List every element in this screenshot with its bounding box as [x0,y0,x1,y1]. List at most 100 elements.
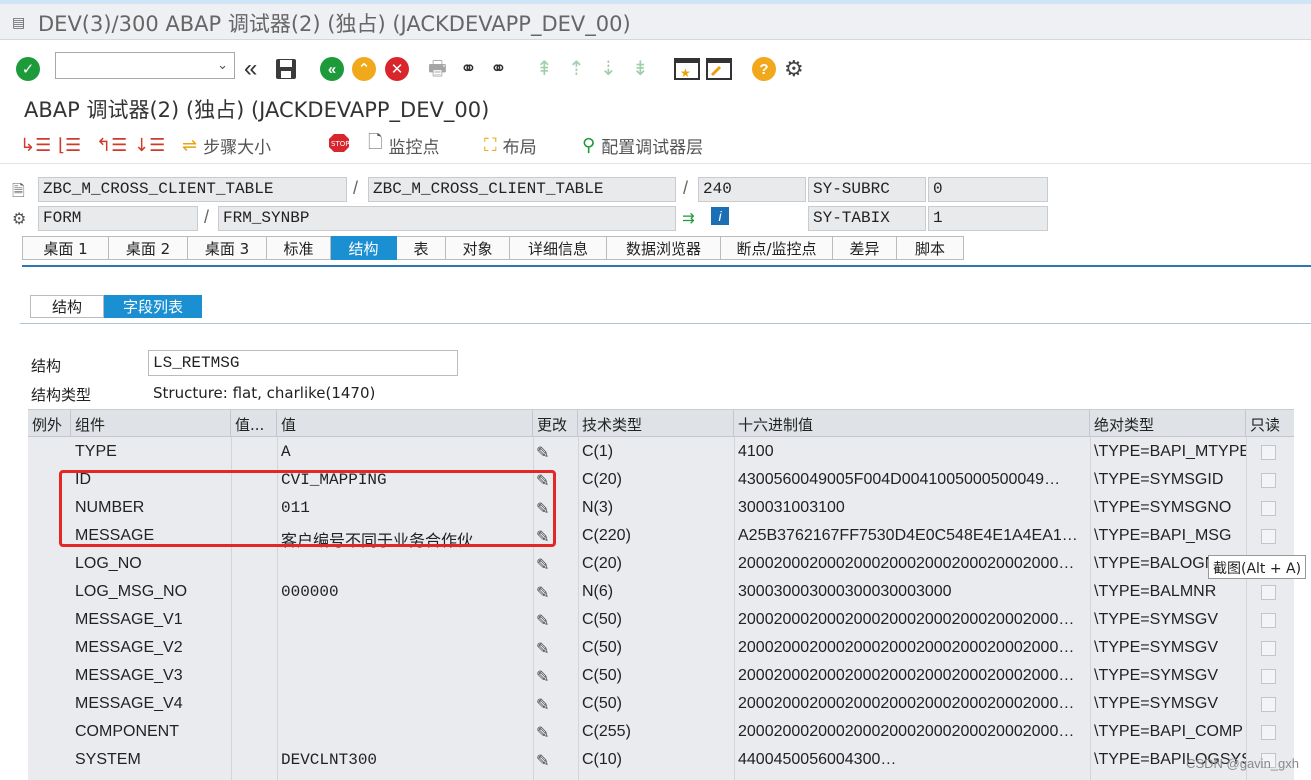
tab-objects[interactable]: 对象 [446,236,510,260]
value-cell[interactable]: CVI_MAPPING [277,466,533,494]
navigate-icon[interactable]: ⇉ [682,209,695,227]
exit-button[interactable]: ⌃ [352,56,376,82]
table-row[interactable]: NUMBER 011 ✎ N(3) 300031003100 \TYPE=SYMSGNO [28,494,1294,522]
tab-details[interactable]: 详细信息 [510,236,607,260]
table-row[interactable]: SYSTEM DEVCLNT300 ✎ C(10) 4400450056004300… \… [28,746,1294,774]
table-row[interactable]: TYPE A ✎ C(1) 4100 \TYPE=BAPI_MTYPE [28,438,1294,466]
read-only-checkbox[interactable] [1261,613,1276,628]
pencil-icon[interactable]: ✎ [536,443,549,463]
watchpoint-button[interactable]: 🗋 监控点 [368,132,439,158]
pencil-icon[interactable]: ✎ [536,639,549,659]
single-step-button[interactable]: ↳☰ [20,133,57,157]
read-only-checkbox[interactable] [1261,641,1276,656]
table-row[interactable]: ID CVI_MAPPING ✎ C(20) 4300560049005F004D004… [28,466,1294,494]
value-cell[interactable] [277,718,533,746]
generate-shortcut-button[interactable] [706,56,732,82]
table-row[interactable]: MESSAGE_V3 ✎ C(50) 200020002000200020002000… [28,662,1294,690]
table-row[interactable]: LOG_NO ✎ C(20) 2000200020002000200020002000… [28,550,1294,578]
pencil-icon[interactable]: ✎ [536,695,549,715]
subtab-structure[interactable]: 结构 [30,295,104,318]
table-row[interactable]: MESSAGE 客户编号不同于业务合作伙… ✎ C(220) A25B3762167FF… [28,522,1294,550]
table-row[interactable]: COMPONENT ✎ C(255) 200020002000200020002000… [28,718,1294,746]
pencil-icon[interactable]: ✎ [536,723,549,743]
table-row[interactable]: MESSAGE_V2 ✎ C(50) 200020002000200020002000… [28,634,1294,662]
subtab-field-list[interactable]: 字段列表 [104,295,202,318]
col-tech-type[interactable]: 技术类型 [578,410,734,437]
enter-button[interactable]: ✓ [16,56,40,82]
col-absolute-type[interactable]: 绝对类型 [1090,410,1246,437]
value-cell[interactable]: 客户编号不同于业务合作伙… [277,522,533,550]
pencil-icon[interactable]: ✎ [536,527,549,547]
settings-button[interactable]: ⚙ [784,56,804,82]
save-button[interactable] [274,56,298,82]
value-cell[interactable] [277,634,533,662]
tab-diff[interactable]: 差异 [833,236,897,260]
pencil-icon[interactable]: ✎ [536,667,549,687]
return-button[interactable]: ↰☰ [96,133,133,157]
find-button[interactable]: ⚭ [460,56,477,82]
pencil-icon[interactable]: ✎ [536,555,549,575]
pencil-icon[interactable]: ✎ [536,751,549,771]
read-only-checkbox[interactable] [1261,669,1276,684]
tab-data-explorer[interactable]: 数据浏览器 [607,236,721,260]
col-exception[interactable]: 例外 [28,410,71,437]
previous-page-button[interactable]: ⇡ [568,56,585,82]
tab-structure[interactable]: 结构 [331,236,397,260]
value-cell[interactable]: 011 [277,494,533,522]
value-cell[interactable]: DEVCLNT300 [277,746,533,774]
find-next-button[interactable]: ⚭ [490,56,507,82]
read-only-checkbox[interactable] [1261,697,1276,712]
command-field[interactable]: ⌄ [55,52,235,79]
info-icon[interactable]: i [711,207,729,225]
config-layer-button[interactable]: ⚲ 配置调试器层 [582,133,703,158]
tab-desktop-2[interactable]: 桌面 2 [109,236,188,260]
chevron-down-icon[interactable]: ⌄ [217,57,228,73]
execute-button[interactable]: ⌊☰ [58,133,87,157]
read-only-checkbox[interactable] [1261,725,1276,740]
print-button[interactable]: 🖶 [428,56,447,82]
table-row[interactable]: MESSAGE_V1 ✎ C(50) 200020002000200020002000… [28,606,1294,634]
layout-button[interactable]: ⛶ 布局 [484,133,537,158]
read-only-checkbox[interactable] [1261,501,1276,516]
value-cell[interactable] [277,662,533,690]
col-read-only[interactable]: 只读 [1246,410,1294,437]
first-page-button[interactable]: ⇞ [536,56,553,82]
command-field-toggle-button[interactable]: « [244,56,257,82]
read-only-checkbox[interactable] [1261,445,1276,460]
pencil-icon[interactable]: ✎ [536,583,549,603]
value-cell[interactable] [277,606,533,634]
value-cell[interactable]: A [277,438,533,466]
col-change[interactable]: 更改 [533,410,578,437]
col-value-short[interactable]: 值... [231,410,277,437]
read-only-checkbox[interactable] [1261,585,1276,600]
continue-button[interactable]: ↓☰ [134,133,171,157]
value-cell[interactable]: 000000 [277,578,533,606]
value-cell[interactable] [277,690,533,718]
back-button[interactable]: « [320,56,344,82]
create-session-button[interactable]: ★ [674,56,700,82]
cancel-button[interactable]: ✕ [385,56,409,82]
value-cell[interactable] [277,550,533,578]
help-button[interactable]: ? [752,56,776,82]
next-page-button[interactable]: ⇣ [600,56,617,82]
read-only-checkbox[interactable] [1261,529,1276,544]
table-row[interactable]: LOG_MSG_NO 000000 ✎ N(6) 3000300030003000300… [28,578,1294,606]
tab-breakpoints[interactable]: 断点/监控点 [721,236,833,260]
pencil-icon[interactable]: ✎ [536,471,549,491]
pencil-icon[interactable]: ✎ [536,611,549,631]
last-page-button[interactable]: ⇟ [632,56,649,82]
tab-desktop-3[interactable]: 桌面 3 [188,236,267,260]
col-hex-value[interactable]: 十六进制值 [734,410,1090,437]
tab-desktop-1[interactable]: 桌面 1 [22,236,109,260]
pencil-icon[interactable]: ✎ [536,499,549,519]
read-only-checkbox[interactable] [1261,473,1276,488]
table-row[interactable]: MESSAGE_V4 ✎ C(50) 200020002000200020002000… [28,690,1294,718]
stop-button[interactable]: STOP [328,133,356,157]
tab-standard[interactable]: 标准 [267,236,331,260]
col-value[interactable]: 值 [277,410,533,437]
step-size-button[interactable]: ⇌ 步骤大小 [182,133,271,158]
col-component[interactable]: 组件 [71,410,231,437]
tab-script[interactable]: 脚本 [897,236,964,260]
structure-name-input[interactable]: LS_RETMSG [148,350,458,376]
tab-table[interactable]: 表 [397,236,446,260]
